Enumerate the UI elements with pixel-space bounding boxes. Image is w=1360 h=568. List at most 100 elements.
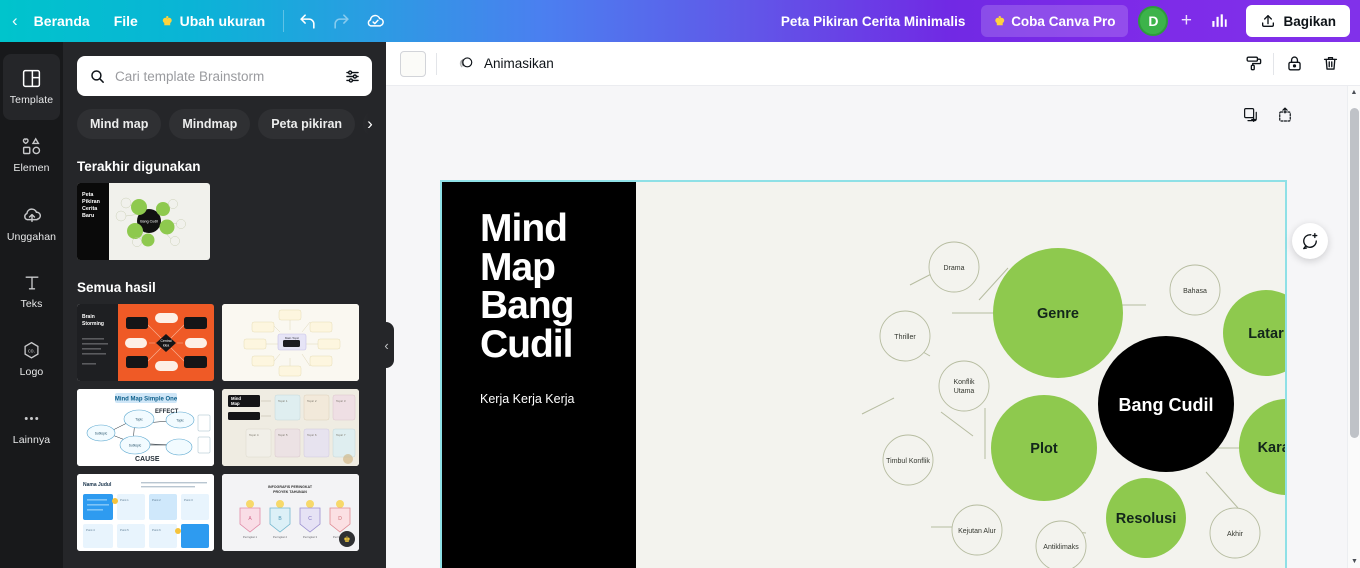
branch-label-genre: Genre [1037,306,1079,322]
add-collaborator-button[interactable]: + [1172,7,1200,35]
svg-text:Baru: Baru [82,213,94,219]
scroll-up-button[interactable]: ▲ [1348,86,1360,99]
sidebar-item-teks[interactable]: Teks [3,258,60,324]
chevron-right-icon[interactable]: › [354,109,386,139]
toolbar-divider [436,52,437,75]
svg-text:Topic: Topic [135,418,143,422]
page-color-swatch[interactable] [400,50,426,77]
tag-mindmap[interactable]: Mindmap [169,109,251,139]
duplicate-page-button[interactable] [1238,102,1264,128]
svg-text:PROYEK TAHUNAN: PROYEK TAHUNAN [273,490,307,494]
duplicate-page-icon [1244,108,1257,122]
branch-node-resolusi[interactable]: Resolusi [1106,478,1186,558]
sidebar-item-template[interactable]: Template [3,54,60,120]
svg-text:Peringkat 1: Peringkat 1 [243,535,258,539]
svg-text:Point 3: Point 3 [184,498,193,502]
sidebar-label-lainnya: Lainnya [12,434,51,446]
tag-mind-map[interactable]: Mind map [77,109,162,139]
leaf-node-thriller[interactable]: Thriller [879,310,931,362]
leaf-node-konflik-utama[interactable]: Konflik Utama [938,360,990,412]
branch-node-karakter[interactable]: Karakter [1239,399,1285,495]
leaf-node-antiklimaks[interactable]: Antiklimaks [1035,520,1087,568]
sidebar-item-lainnya[interactable]: Lainnya [3,394,60,460]
branch-label-plot: Plot [1030,441,1058,457]
search-input[interactable] [115,68,334,84]
template-result-blue-network[interactable]: Mind Map Simple One Subtopic Topic Subto… [77,389,214,466]
add-page-button[interactable] [1272,102,1298,128]
sidebar-item-unggahan[interactable]: Unggahan [3,190,60,256]
svg-text:Peringkat 2: Peringkat 2 [273,535,288,539]
design-page[interactable]: Mind Map Bang Cudil Kerja Kerja Kerja Dr… [440,180,1287,568]
recent-template-thumbnail[interactable]: Peta Pikiran Cerita Baru Bang Cudil [77,183,210,260]
svg-text:D: D [338,516,342,522]
animate-button[interactable]: Animasikan [447,48,564,80]
search-icon [91,69,104,83]
pro-label: Coba Canva Pro [1011,13,1116,29]
home-button[interactable]: Beranda [22,6,102,36]
top-bar-left-group: ‹ Beranda File ♚ Ubah ukuran [0,5,392,37]
template-result-blue-cards[interactable]: Nama Judul Point 1 Point 2 Point 3 Point 4… [77,474,214,551]
share-button[interactable]: Bagikan [1246,5,1350,37]
trash-icon [1323,56,1337,70]
file-label: File [113,13,138,29]
insights-button[interactable] [1202,5,1236,37]
sidebar-label-logo: Logo [19,366,44,378]
scrollbar-thumb[interactable] [1350,108,1359,438]
leaf-label-konflik-1: Konflik [953,379,975,386]
redo-button[interactable] [324,5,358,37]
editor-toolbar-right [1237,48,1346,80]
ai-assistant-button[interactable] [1292,223,1328,259]
leaf-label-konflik-2: Utama [954,388,975,395]
animate-label: Animasikan [484,56,554,71]
slide-title: Mind Map Bang Cudil [480,207,575,366]
svg-text:Peta: Peta [82,192,94,198]
svg-text:Brain: Brain [82,314,95,320]
orange-mindmap-template-art: Brain Storming Central Idea [77,304,214,381]
canvas-scrollbar[interactable]: ▲ ▼ [1347,86,1360,568]
avatar[interactable]: D [1138,6,1169,36]
document-title[interactable]: Peta Pikiran Cerita Minimalis [767,6,980,36]
svg-text:Point 2: Point 2 [152,498,161,502]
template-result-orange[interactable]: Brain Storming Central Idea [77,304,214,381]
cloud-saved-icon [367,14,384,27]
insights-bar-chart-icon [1212,14,1228,27]
crown-icon: ♚ [994,14,1006,28]
template-result-beige-grid[interactable]: Mind Map Topic 1 Topic 2 Topic 3 Topic 4 To… [222,389,359,466]
branch-node-plot[interactable]: Plot [991,395,1097,501]
back-icon[interactable]: ‹ [10,11,22,31]
search-bar[interactable] [77,56,372,96]
branch-node-latar[interactable]: Latar [1223,290,1285,376]
lock-icon [1287,56,1301,71]
panel-collapse-button[interactable]: ‹ [379,322,394,368]
cloud-saved-button[interactable] [358,5,392,37]
sidebar-item-elemen[interactable]: Elemen [3,122,60,188]
sidebar-item-logo[interactable]: co. Logo [3,326,60,392]
leaf-node-bahasa[interactable]: Bahasa [1169,264,1221,316]
leaf-node-drama[interactable]: Drama [928,241,980,293]
leaf-label-bahasa: Bahasa [1183,288,1207,295]
resize-label: Ubah ukuran [179,13,266,29]
try-canva-pro-button[interactable]: ♚ Coba Canva Pro [981,5,1129,37]
leaf-node-akhir[interactable]: Akhir [1209,507,1261,559]
svg-text:co.: co. [28,349,35,355]
center-node-bang-cudil[interactable]: Bang Cudil [1098,336,1234,472]
template-result-badges[interactable]: INFOGRAFIS PERINGKAT PROYEK TAHUNAN A Pe… [222,474,359,551]
template-result-cream-bubble[interactable]: Main Topic [222,304,359,381]
lock-button[interactable] [1278,48,1310,80]
top-bar: ‹ Beranda File ♚ Ubah ukuran Peta Pikira… [0,0,1360,42]
leaf-node-kejutan-alur[interactable]: Kejutan Alur [951,504,1003,556]
file-menu-button[interactable]: File [102,6,150,36]
filter-sliders-icon[interactable] [343,67,362,86]
svg-text:Topic 7: Topic 7 [336,433,346,437]
scroll-down-button[interactable]: ▼ [1348,555,1360,568]
canvas-area[interactable]: Mind Map Bang Cudil Kerja Kerja Kerja Dr… [386,86,1360,568]
copy-style-button[interactable] [1237,48,1269,80]
undo-button[interactable] [290,5,324,37]
tag-peta-pikiran[interactable]: Peta pikiran [258,109,356,139]
delete-button[interactable] [1314,48,1346,80]
leaf-node-timbul-konflik[interactable]: Timbul Konflik [882,434,934,486]
branch-node-genre[interactable]: Genre [993,248,1123,378]
top-bar-right-group: Peta Pikiran Cerita Minimalis ♚ Coba Can… [767,5,1360,37]
svg-text:Storming: Storming [82,321,104,327]
resize-button[interactable]: ♚ Ubah ukuran [150,6,277,36]
